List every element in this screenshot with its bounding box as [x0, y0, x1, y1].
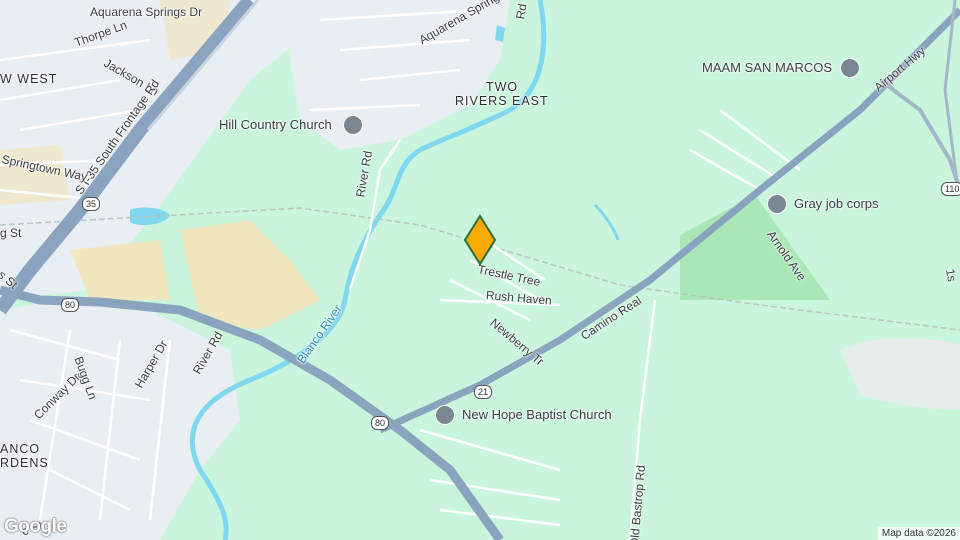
area-label-new-west: W WEST [0, 72, 58, 86]
google-logo[interactable]: Google [4, 516, 67, 538]
area-label-blanco-gardens-line2: RDENS [0, 456, 49, 470]
airport-hwy-ramp [878, 78, 960, 191]
school-icon[interactable] [767, 194, 787, 214]
area-label-two-rivers-east-line2: RIVERS EAST [455, 94, 549, 108]
church-icon[interactable] [343, 115, 363, 135]
map-canvas[interactable]: W WEST TWO RIVERS EAST ANCO RDENS Aquare… [0, 0, 960, 540]
interstate-35-shield: 35 [82, 197, 101, 211]
road-label-rd-top: Rd [513, 2, 530, 21]
highway-21-shield: 21 [474, 385, 493, 399]
poi-label-maam-san-marcos[interactable]: MAAM SAN MARCOS [702, 61, 832, 75]
creek-1 [593, 203, 620, 241]
map-attribution[interactable]: Map data ©2026 [877, 527, 960, 540]
developed-area-east [840, 338, 960, 410]
poi-label-hill-country-church[interactable]: Hill Country Church [219, 118, 332, 132]
church-icon[interactable] [840, 58, 860, 78]
location-marker-icon[interactable] [462, 214, 498, 266]
area-label-blanco-gardens-line1: ANCO [0, 442, 41, 456]
road-label-1st: 1s [943, 267, 960, 283]
poi-label-gray-job-corps[interactable]: Gray job corps [794, 197, 879, 211]
road-label-aquarena-springs-dr: Aquarena Springs Dr [90, 5, 203, 19]
highway-80-shield: 80 [61, 298, 80, 312]
church-icon[interactable] [435, 405, 455, 425]
poi-label-new-hope-baptist-church[interactable]: New Hope Baptist Church [462, 408, 612, 422]
sand-area-2 [70, 240, 170, 300]
road-label-g-st: g St [0, 226, 22, 240]
highway-80-shield-2: 80 [371, 416, 390, 430]
area-label-two-rivers-east-line1: TWO [486, 80, 519, 94]
highway-110-shield: 110 [941, 182, 960, 196]
